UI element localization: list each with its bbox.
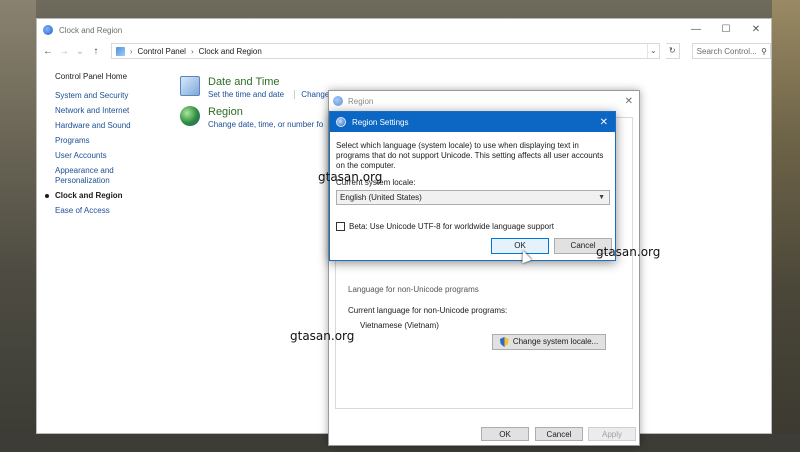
breadcrumb-separator: › <box>190 46 194 56</box>
date-time-heading[interactable]: Date and Time <box>208 76 329 88</box>
address-dropdown-icon[interactable]: ⌄ <box>646 44 659 58</box>
control-panel-small-icon <box>115 46 125 56</box>
minimize-button[interactable]: — <box>681 19 711 41</box>
search-input[interactable]: Search Control... ⚲ <box>691 43 771 59</box>
change-formats-link[interactable]: Change date, time, or number fo <box>208 120 323 129</box>
change-time-zone-link[interactable]: Change <box>294 90 330 99</box>
chevron-down-icon: ▼ <box>598 194 605 201</box>
address-bar[interactable]: › Control Panel › Clock and Region ⌄ <box>110 43 660 59</box>
forward-button[interactable]: → <box>59 46 69 57</box>
window-title: Clock and Region <box>59 25 123 35</box>
non-unicode-group-label: Language for non-Unicode programs <box>348 285 479 294</box>
current-language-label: Current language for non-Unicode program… <box>348 306 508 315</box>
region-settings-dialog: Region Settings ✕ Select which language … <box>329 111 616 261</box>
refresh-button[interactable]: ↻ <box>665 43 680 59</box>
control-panel-icon <box>43 25 53 35</box>
sidebar-home-link[interactable]: Control Panel Home <box>55 72 175 81</box>
sidebar-item-user-accounts[interactable]: User Accounts <box>55 151 175 161</box>
sidebar: Control Panel Home System and Security N… <box>45 72 175 221</box>
search-icon: ⚲ <box>761 46 767 56</box>
change-system-locale-button[interactable]: Change system locale... <box>492 334 606 350</box>
search-placeholder: Search Control... <box>696 46 757 56</box>
utf8-beta-option[interactable]: Beta: Use Unicode UTF-8 for worldwide la… <box>336 222 554 231</box>
set-time-date-link[interactable]: Set the time and date <box>208 90 284 99</box>
current-language-value: Vietnamese (Vietnam) <box>360 321 439 330</box>
region-close-button[interactable]: ✕ <box>625 96 633 107</box>
desktop-background-left <box>0 0 36 452</box>
sidebar-item-appearance[interactable]: Appearance and Personalization <box>55 166 125 186</box>
sidebar-item-programs[interactable]: Programs <box>55 136 175 146</box>
sidebar-item-hardware-sound[interactable]: Hardware and Sound <box>55 121 175 131</box>
region-apply-button[interactable]: Apply <box>588 427 636 441</box>
watermark-text: gtasan.org <box>318 170 383 184</box>
region-cancel-button[interactable]: Cancel <box>535 427 583 441</box>
back-button[interactable]: ← <box>43 46 53 57</box>
region-settings-icon <box>336 117 346 127</box>
region-settings-title-bar: Region Settings ✕ <box>330 112 615 132</box>
category-date-time: Date and Time Set the time and date Chan… <box>180 76 330 99</box>
close-button[interactable]: ✕ <box>741 19 771 41</box>
sidebar-item-system-security[interactable]: System and Security <box>55 91 175 101</box>
up-button[interactable]: ↑ <box>91 46 101 57</box>
desktop-background-right <box>772 0 800 452</box>
utf8-checkbox[interactable] <box>336 222 345 231</box>
region-settings-close-button[interactable]: ✕ <box>600 117 608 128</box>
globe-icon <box>180 106 200 126</box>
breadcrumb-clock-and-region[interactable]: Clock and Region <box>199 47 262 56</box>
system-locale-select[interactable]: English (United States) ▼ <box>336 190 610 205</box>
region-window-title: Region <box>348 96 374 106</box>
region-settings-title: Region Settings <box>352 117 409 127</box>
change-system-locale-label: Change system locale... <box>512 337 599 346</box>
selected-locale: English (United States) <box>340 193 422 202</box>
address-row: ← → ⌄ ↑ › Control Panel › Clock and Regi… <box>37 41 771 61</box>
sidebar-item-network-internet[interactable]: Network and Internet <box>55 106 175 116</box>
category-region: Region Change date, time, or number fo <box>180 106 323 129</box>
breadcrumb-control-panel[interactable]: Control Panel <box>137 47 185 56</box>
window-controls: — ☐ ✕ <box>681 19 771 41</box>
region-window-icon <box>333 96 343 106</box>
region-title-bar: Region ✕ <box>329 91 639 111</box>
watermark-text: gtasan.org <box>596 245 661 259</box>
calendar-clock-icon <box>180 76 200 96</box>
watermark-text: gtasan.org <box>290 329 355 343</box>
sidebar-item-ease-of-access[interactable]: Ease of Access <box>55 206 175 216</box>
recent-locations-button[interactable]: ⌄ <box>75 46 85 57</box>
locale-description: Select which language (system locale) to… <box>336 141 604 170</box>
breadcrumb-separator: › <box>129 46 133 56</box>
region-heading[interactable]: Region <box>208 106 323 118</box>
utf8-checkbox-label: Beta: Use Unicode UTF-8 for worldwide la… <box>349 222 554 231</box>
uac-shield-icon <box>499 337 509 347</box>
region-ok-button[interactable]: OK <box>481 427 529 441</box>
maximize-button[interactable]: ☐ <box>711 19 741 41</box>
sidebar-item-clock-region[interactable]: Clock and Region <box>45 191 175 201</box>
title-bar: Clock and Region — ☐ ✕ <box>37 19 771 41</box>
